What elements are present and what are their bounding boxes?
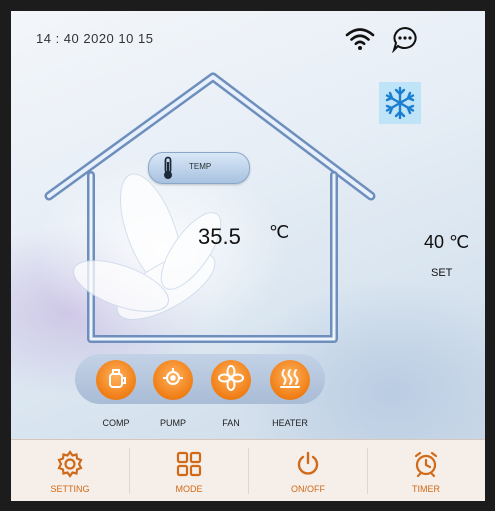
- fan-icon: [218, 364, 244, 396]
- compressor-indicator[interactable]: [96, 360, 136, 400]
- heater-label: HEATER: [272, 418, 308, 428]
- grid-icon: [175, 450, 203, 483]
- fan-label: FAN: [222, 418, 240, 428]
- power-icon: [294, 450, 322, 483]
- alarm-clock-icon: [412, 450, 440, 483]
- pump-indicator[interactable]: [153, 360, 193, 400]
- current-temperature: 35.5: [198, 224, 241, 249]
- wifi-icon: [345, 27, 375, 56]
- power-button[interactable]: ON/OFF: [249, 440, 367, 501]
- compressor-label: COMP: [102, 418, 130, 428]
- house-outline: [44, 72, 376, 343]
- mode-button[interactable]: MODE: [130, 440, 248, 501]
- pump-label: PUMP: [159, 418, 186, 428]
- mode-label: MODE: [175, 484, 203, 494]
- datetime-display: 14 : 40 2020 10 15: [36, 31, 154, 46]
- timer-button[interactable]: TIMER: [367, 440, 485, 501]
- setting-button[interactable]: SETTING: [11, 440, 129, 501]
- current-temperature-unit: ℃: [269, 222, 290, 242]
- bottom-toolbar: SETTING MODE ON/OFF TIMER: [11, 439, 485, 501]
- fan-indicator[interactable]: [211, 360, 251, 400]
- setting-label: SETTING: [50, 484, 90, 494]
- chat-bubble-icon[interactable]: [391, 25, 419, 58]
- power-label: ON/OFF: [291, 484, 325, 494]
- compressor-icon: [104, 366, 128, 395]
- snowflake-icon[interactable]: [379, 82, 421, 124]
- timer-label: TIMER: [412, 484, 440, 494]
- set-temperature[interactable]: 40 ℃: [424, 232, 469, 253]
- gear-icon: [56, 450, 84, 483]
- temp-label-pill: TEMP: [148, 152, 250, 184]
- heater-indicator[interactable]: [270, 360, 310, 400]
- thermometer-icon: [161, 156, 175, 185]
- control-screen: 14 : 40 2020 10 15 TEMP 35.5 ℃ 40 ℃ SET …: [11, 11, 485, 501]
- set-temperature-label: SET: [431, 267, 453, 279]
- pump-icon: [161, 366, 185, 395]
- heater-icon: [278, 366, 302, 395]
- temp-label: TEMP: [189, 162, 212, 171]
- device-frame: 14 : 40 2020 10 15 TEMP 35.5 ℃ 40 ℃ SET …: [0, 0, 495, 511]
